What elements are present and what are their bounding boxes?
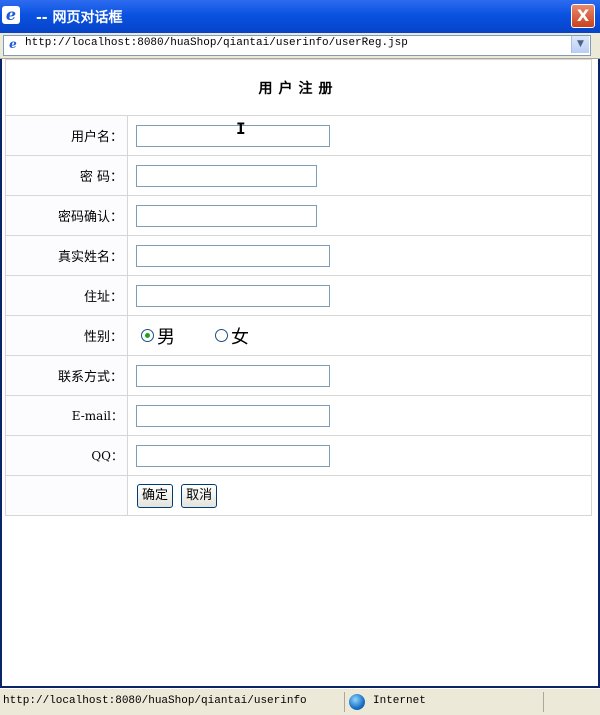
page-icon: e bbox=[9, 37, 17, 51]
window-title: -- 网页对话框 bbox=[36, 10, 123, 26]
form-row-contact: 联系方式： bbox=[5, 355, 592, 396]
contact-input[interactable] bbox=[136, 364, 330, 387]
email-label: E-mail： bbox=[5, 395, 128, 436]
status-url: http://localhost:8080/huaShop/qiantai/us… bbox=[3, 695, 307, 707]
form-heading: 用户注册 bbox=[5, 59, 592, 116]
dialog-content: 用户注册 用户名： 密 码： 密码确认： 真实姓名： 住址： 性别： 男 女 联… bbox=[0, 59, 598, 686]
address-bar: e http://localhost:8080/huaShop/qiantai/… bbox=[0, 33, 600, 59]
gender-male-radio[interactable] bbox=[141, 329, 154, 342]
realname-label: 真实姓名： bbox=[5, 235, 128, 276]
gender-female-radio[interactable] bbox=[215, 329, 228, 342]
form-row-gender: 性别： 男 女 bbox=[5, 315, 592, 356]
cancel-button[interactable]: 取消 bbox=[181, 483, 218, 508]
gender-female-label: 女 bbox=[231, 326, 249, 348]
buttons-label-cell bbox=[5, 475, 128, 516]
ok-button[interactable]: 确定 bbox=[137, 483, 174, 508]
status-bar: http://localhost:8080/huaShop/qiantai/us… bbox=[0, 688, 600, 715]
qq-input[interactable] bbox=[136, 444, 330, 467]
username-input[interactable] bbox=[136, 124, 330, 147]
form-row-realname: 真实姓名： bbox=[5, 235, 592, 276]
status-divider bbox=[344, 692, 345, 712]
contact-label: 联系方式： bbox=[5, 355, 128, 396]
form-row-password: 密 码： bbox=[5, 155, 592, 196]
address-url: http://localhost:8080/huaShop/qiantai/us… bbox=[25, 37, 408, 49]
qq-label: QQ： bbox=[5, 435, 128, 476]
password-input[interactable] bbox=[136, 164, 317, 187]
title-bar: e -- 网页对话框 X bbox=[0, 0, 600, 33]
form-row-address: 住址： bbox=[5, 275, 592, 316]
gender-male-label: 男 bbox=[157, 326, 175, 348]
confirm-password-label: 密码确认： bbox=[5, 195, 128, 236]
form-row-buttons: 确定 取消 bbox=[5, 475, 592, 516]
security-zone: Internet bbox=[373, 695, 426, 707]
username-label: 用户名： bbox=[5, 115, 128, 156]
chevron-down-icon[interactable]: ▼ bbox=[571, 36, 589, 53]
text-cursor-icon: I bbox=[236, 119, 246, 138]
address-label: 住址： bbox=[5, 275, 128, 316]
address-input[interactable] bbox=[136, 284, 330, 307]
globe-icon bbox=[349, 694, 365, 710]
form-row-qq: QQ： bbox=[5, 435, 592, 476]
gender-radio-group: 男 女 bbox=[136, 323, 590, 349]
address-field[interactable]: e http://localhost:8080/huaShop/qiantai/… bbox=[3, 35, 591, 56]
gender-label: 性别： bbox=[5, 315, 128, 356]
realname-input[interactable] bbox=[136, 244, 330, 267]
form-row-confirm: 密码确认： bbox=[5, 195, 592, 236]
form-row-email: E-mail： bbox=[5, 395, 592, 436]
email-input[interactable] bbox=[136, 404, 330, 427]
password-label: 密 码： bbox=[5, 155, 128, 196]
form-row-username: 用户名： bbox=[5, 115, 592, 156]
ie-icon: e bbox=[2, 6, 20, 24]
close-button[interactable]: X bbox=[571, 4, 595, 28]
status-divider bbox=[543, 692, 544, 712]
registration-form: 用户注册 用户名： 密 码： 密码确认： 真实姓名： 住址： 性别： 男 女 联… bbox=[5, 59, 592, 516]
confirm-password-input[interactable] bbox=[136, 204, 317, 227]
